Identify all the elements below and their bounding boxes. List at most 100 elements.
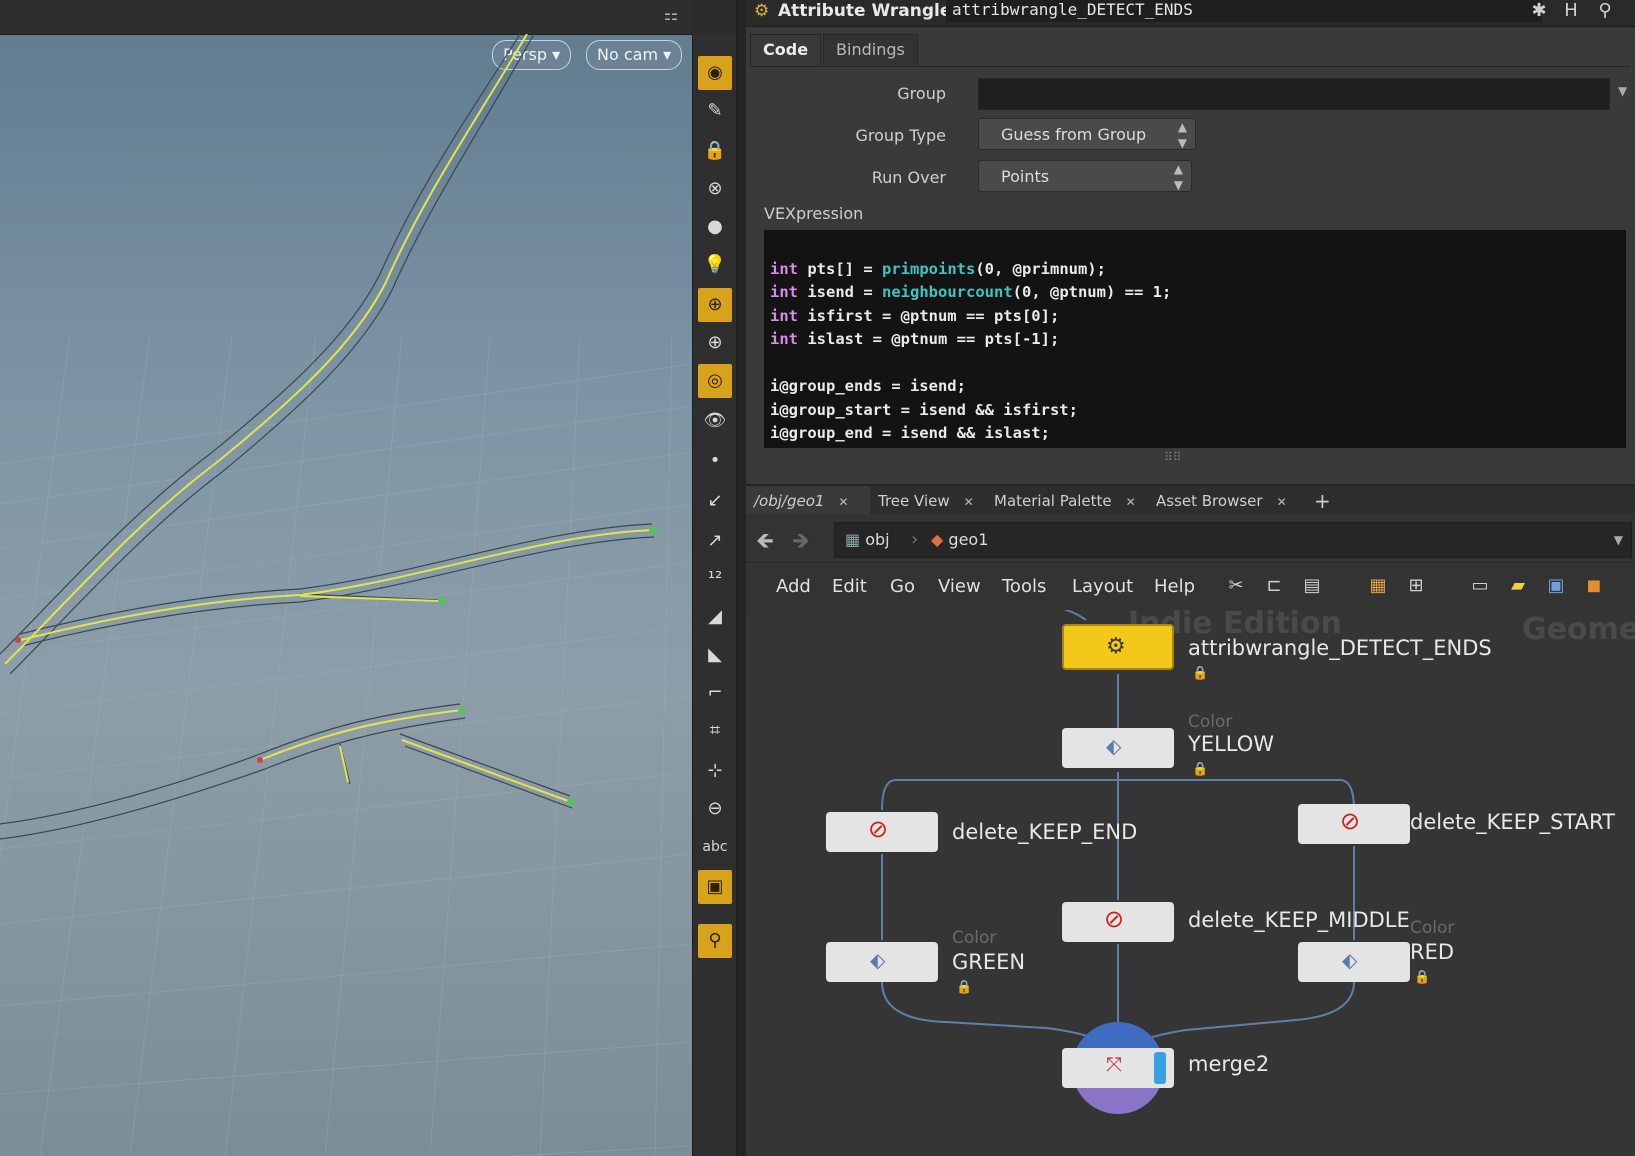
add-tab-button[interactable]: + xyxy=(1306,486,1331,516)
node-merge[interactable]: ⤧ xyxy=(1062,1022,1174,1152)
lock-icon[interactable]: 🔒 xyxy=(956,980,972,995)
pin-add-icon[interactable]: ⊕ xyxy=(698,326,732,360)
gear-icon[interactable]: ✱ xyxy=(1526,0,1552,24)
grid-icon[interactable]: ⊞ xyxy=(1404,574,1428,598)
menu-add[interactable]: Add xyxy=(776,564,811,610)
shading-icon[interactable]: ● xyxy=(698,210,732,244)
close-icon: ✕ xyxy=(838,495,849,509)
guide-icon[interactable]: ⚲ xyxy=(698,924,732,958)
point-numbers-icon[interactable]: ¹² xyxy=(698,562,732,596)
code-line: int pts[] = primpoints(0, @primnum); xyxy=(770,259,1106,278)
tree-layout-icon[interactable]: ⊏ xyxy=(1262,574,1286,598)
light-icon[interactable]: 💡 xyxy=(698,248,732,282)
list-icon[interactable]: ▤ xyxy=(1300,574,1324,598)
geo-icon: ◆ xyxy=(931,530,944,549)
menu-tools[interactable]: Tools xyxy=(1002,564,1046,610)
bounding-box-icon[interactable]: ⌗ xyxy=(698,714,732,748)
node-delete-keep-start[interactable]: ⊘ xyxy=(1298,804,1410,844)
group-type-select[interactable]: Guess from Group ▲ ▼ xyxy=(978,118,1196,150)
node-color-green[interactable]: ⬖ xyxy=(826,942,938,982)
vex-code-editor[interactable]: int pts[] = primpoints(0, @primnum); int … xyxy=(764,230,1626,448)
node-attribwrangle[interactable]: ⚙ xyxy=(1062,624,1174,670)
color-icon: ⬖ xyxy=(870,948,886,972)
menu-edit[interactable]: Edit xyxy=(832,564,867,610)
network-editor[interactable]: Indie Edition Geome ⚙ attribwrangle_DETE… xyxy=(746,610,1635,1156)
vector-icon[interactable]: ↗ xyxy=(698,524,732,558)
display-options-icon[interactable]: ◎ xyxy=(698,364,732,398)
updown-icon: ▲ ▼ xyxy=(1177,120,1187,150)
obj-icon: ▦ xyxy=(845,530,861,549)
node-type-title: ⚙ Attribute Wrangle xyxy=(754,0,951,22)
breadcrumb-obj[interactable]: ▦ obj xyxy=(845,523,890,557)
handle-tool-icon[interactable]: ✎ xyxy=(698,94,732,128)
normal-icon[interactable]: ↙ xyxy=(698,484,732,518)
sticky-note-icon[interactable]: ▰ xyxy=(1506,574,1530,598)
grid-color-icon[interactable]: ▦ xyxy=(1366,574,1390,598)
vertex-icon[interactable]: ⌐ xyxy=(698,676,732,710)
color-icon: ⬖ xyxy=(1342,948,1358,972)
lock-camera-icon[interactable]: 🔒 xyxy=(698,134,732,168)
background-image-icon[interactable]: ▣ xyxy=(698,870,732,904)
code-line: int isfirst = @ptnum == pts[0]; xyxy=(770,306,1060,325)
geometry-view xyxy=(0,34,692,1156)
wrench-icon[interactable]: ✂ xyxy=(1224,574,1248,598)
resize-grip-icon[interactable]: ⠿⠿ xyxy=(1164,450,1182,464)
wrangle-icon: ⚙ xyxy=(1106,634,1126,659)
close-icon: ✕ xyxy=(1276,495,1287,509)
breadcrumb-geo1[interactable]: ◆ geo1 xyxy=(931,523,988,557)
run-over-select[interactable]: Points ▲ ▼ xyxy=(978,160,1192,192)
node-delete-keep-middle[interactable]: ⊘ xyxy=(1062,902,1174,942)
ghost-icon[interactable]: ⊖ xyxy=(698,792,732,826)
scene-viewport[interactable]: ⚏ ? Persp ▾ No cam ▾ xyxy=(0,0,692,1156)
pin-icon[interactable]: ⊕ xyxy=(698,288,732,322)
right-panel: ⚙ Attribute Wrangle attribwrangle_DETECT_… xyxy=(746,0,1635,1156)
menu-layout[interactable]: Layout xyxy=(1072,564,1133,610)
tab-code[interactable]: Code xyxy=(750,34,822,65)
node-color-red[interactable]: ⬖ xyxy=(1298,942,1410,982)
node-color-yellow[interactable]: ⬖ xyxy=(1062,728,1174,768)
group-dropdown-icon[interactable]: ▼ xyxy=(1618,84,1627,98)
node-type-label: Attribute Wrangle xyxy=(778,1,952,21)
tab-material-palette[interactable]: Material Palette ✕ xyxy=(986,486,1136,516)
node-name-field[interactable]: attribwrangle_DETECT_ENDS xyxy=(946,0,1542,22)
menu-help[interactable]: Help xyxy=(1154,564,1195,610)
back-arrow-icon[interactable]: 🡸 xyxy=(756,524,774,562)
updown-icon: ▲ ▼ xyxy=(1173,162,1183,192)
node-label-merge: merge2 xyxy=(1188,1052,1270,1076)
asset-icon[interactable]: ◼ xyxy=(1582,574,1606,598)
view-tool-icon[interactable]: ◉ xyxy=(698,56,732,90)
menu-view[interactable]: View xyxy=(938,564,981,610)
lock-icon[interactable]: 🔒 xyxy=(1192,762,1208,777)
menu-go[interactable]: Go xyxy=(890,564,915,610)
path-dropdown-icon[interactable]: ▼ xyxy=(1614,523,1623,557)
tab-bindings[interactable]: Bindings xyxy=(823,34,918,65)
visibility-icon[interactable]: 👁 xyxy=(698,404,732,438)
help-book-icon[interactable]: H xyxy=(1558,0,1584,24)
search-icon[interactable]: ⚲ xyxy=(1592,0,1618,24)
point-icon[interactable]: • xyxy=(698,444,732,478)
forward-arrow-icon[interactable]: 🡺 xyxy=(792,524,810,562)
group-type-value: Guess from Group xyxy=(1001,125,1147,144)
node-label-detect-ends: attribwrangle_DETECT_ENDS xyxy=(1188,636,1492,660)
node-delete-keep-end[interactable]: ⊘ xyxy=(826,812,938,852)
prim-numbers-icon[interactable]: ◣ xyxy=(698,638,732,672)
display-tree-icon[interactable]: ⚏ xyxy=(660,4,682,26)
group-field[interactable] xyxy=(978,78,1610,110)
lock-icon[interactable]: 🔒 xyxy=(1192,666,1208,681)
background-image-icon[interactable]: ▣ xyxy=(1544,574,1568,598)
text-label-icon[interactable]: abc xyxy=(698,830,732,864)
merge-icon: ⤧ xyxy=(1106,1052,1122,1076)
viewport-display-toolbar: ◉ ✎ 🔒 ⊗ ● 💡 ⊕ ⊕ ◎ 👁 • ↙ ↗ ¹² ◢ ◣ ⌐ ⌗ ⊹ ⊖ abc ▣ ⚲ xyxy=(692,34,738,1156)
tab-asset-browser[interactable]: Asset Browser ✕ xyxy=(1148,486,1287,516)
node-label-keep-middle: delete_KEEP_MIDDLE xyxy=(1188,908,1410,932)
snap-icon[interactable]: ⊗ xyxy=(698,172,732,206)
prim-normal-icon[interactable]: ◢ xyxy=(698,600,732,634)
tab-network[interactable]: /obj/geo1 ✕ xyxy=(746,486,870,516)
network-path[interactable]: ▦ obj › ◆ geo1 ▼ xyxy=(834,522,1632,558)
origin-icon[interactable]: ⊹ xyxy=(698,754,732,788)
network-box-icon[interactable]: ▭ xyxy=(1468,574,1492,598)
group-type-label: Group Type xyxy=(855,126,946,145)
tab-tree-view[interactable]: Tree View ✕ xyxy=(870,486,974,516)
color-icon: ⬖ xyxy=(1106,734,1122,758)
lock-icon[interactable]: 🔒 xyxy=(1414,970,1430,985)
